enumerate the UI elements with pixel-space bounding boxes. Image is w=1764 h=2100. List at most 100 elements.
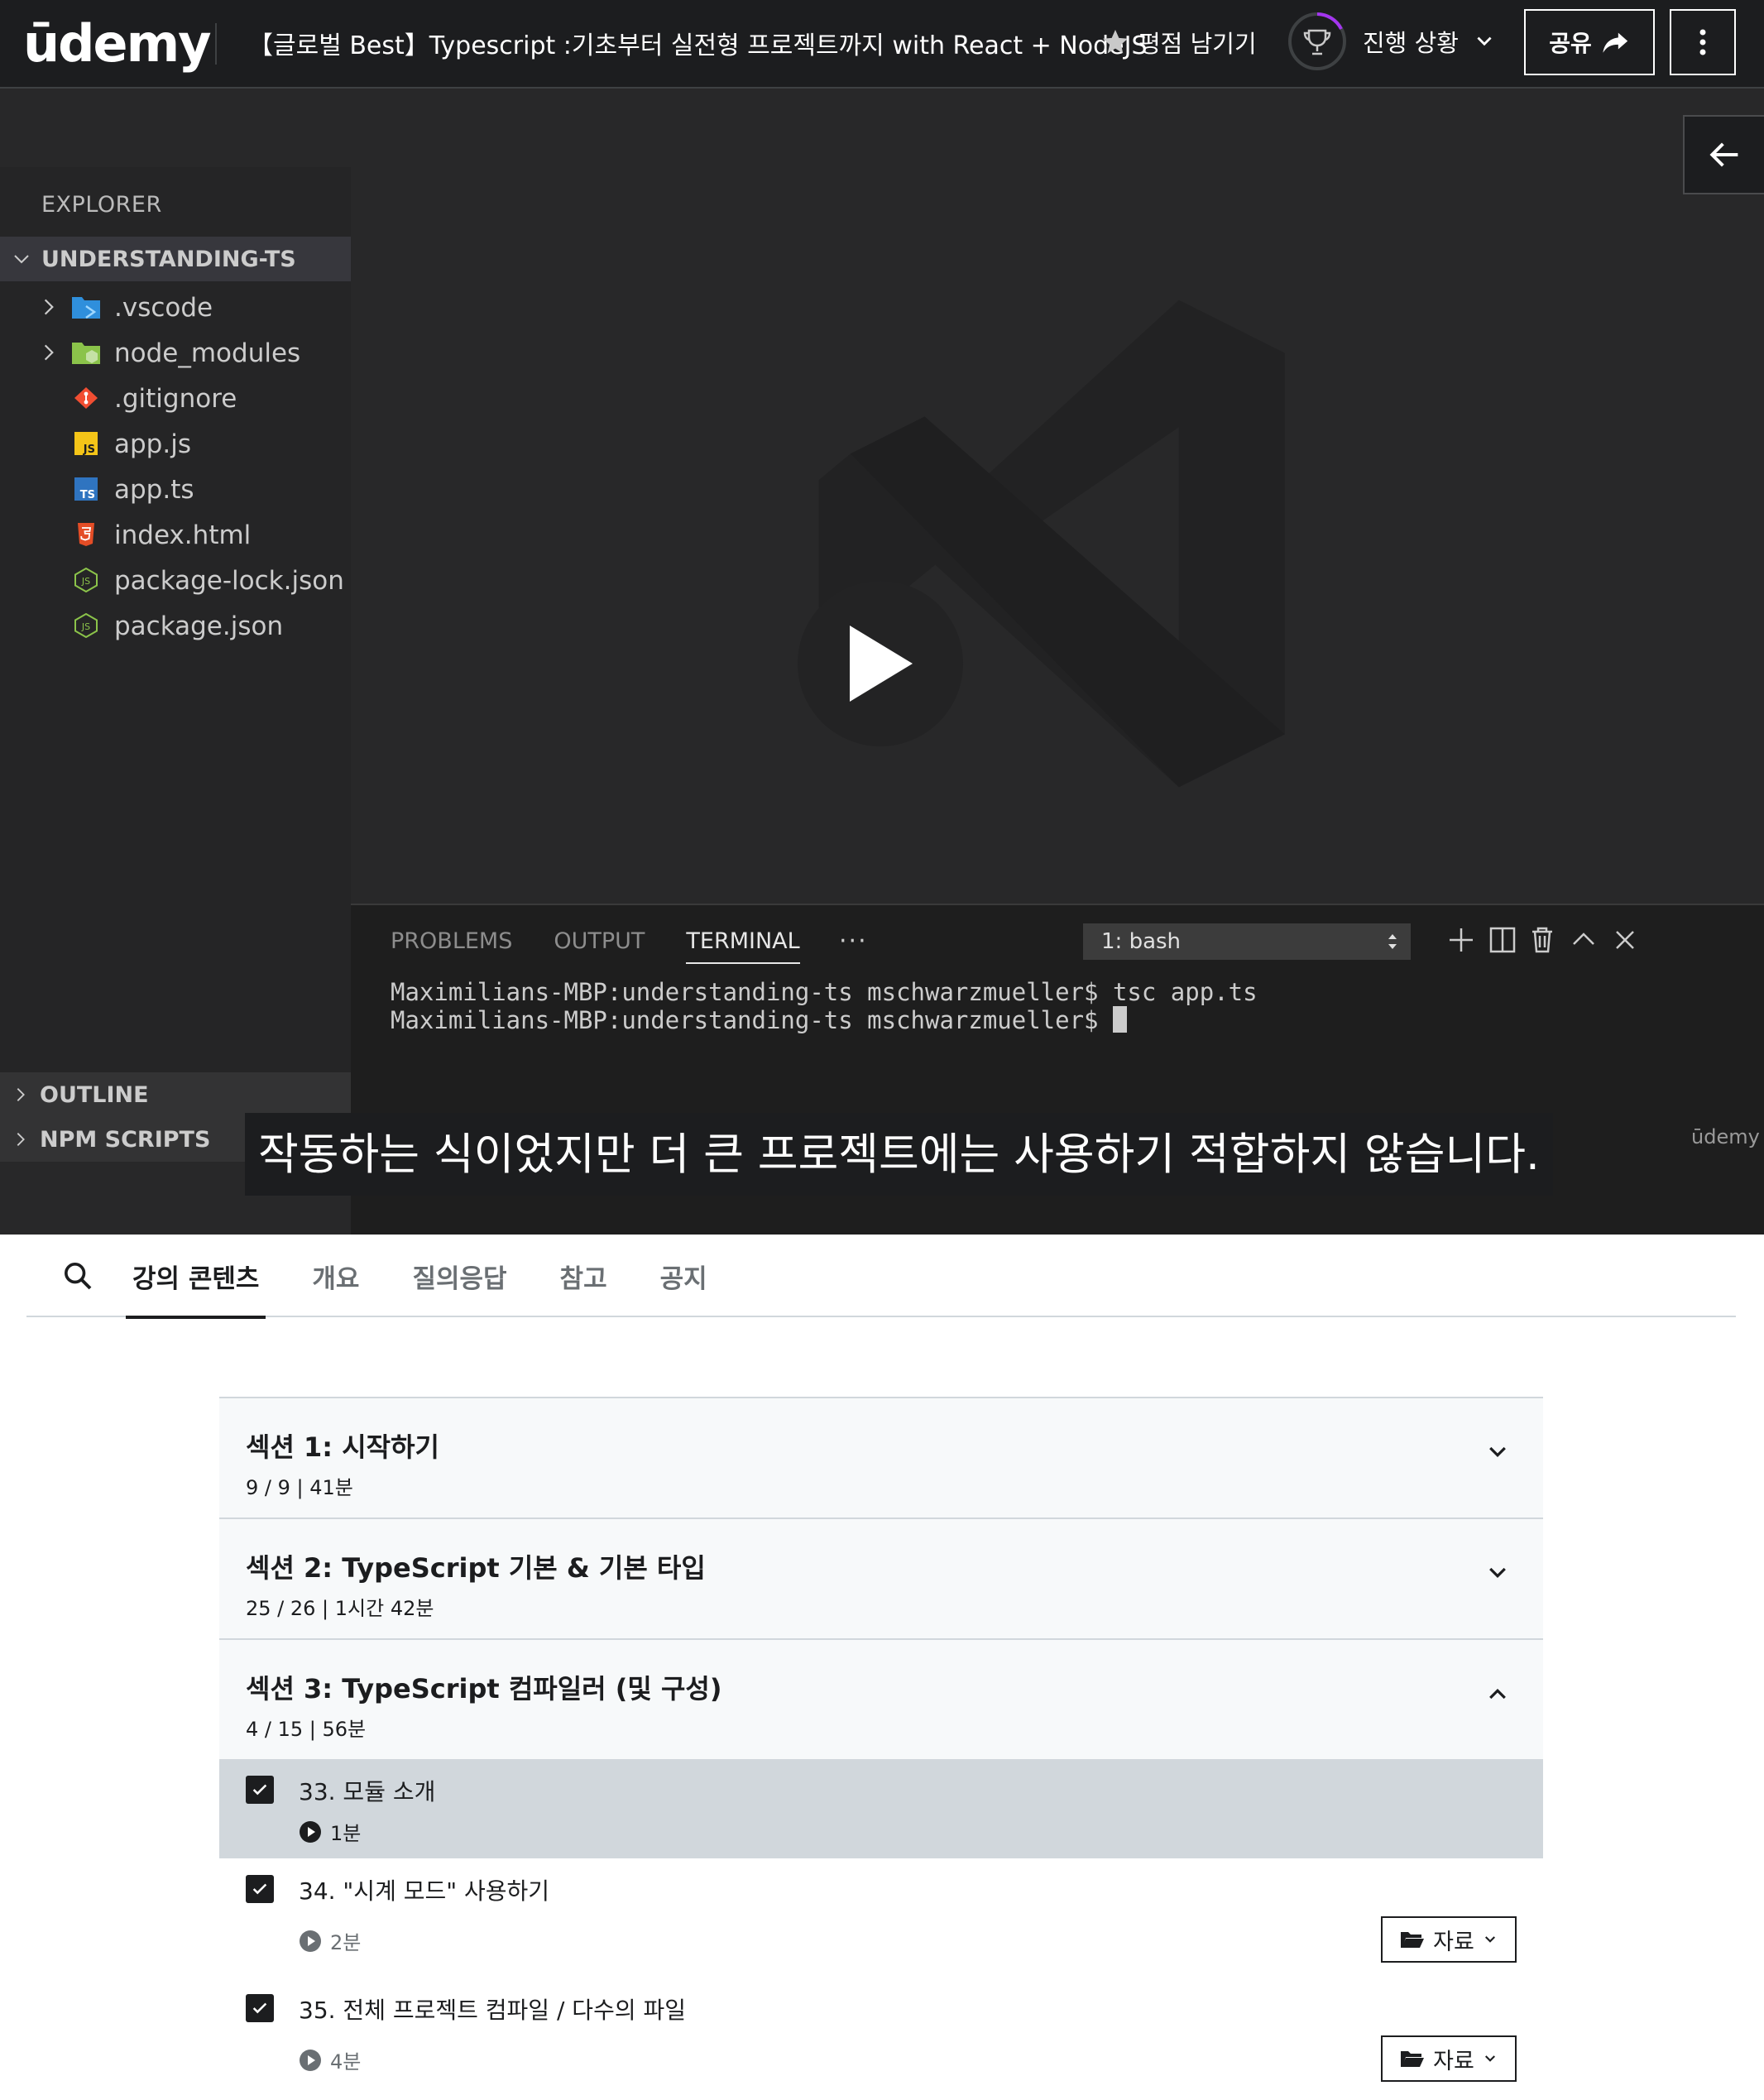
lesson-item[interactable]: 35. 전체 프로젝트 컴파일 / 다수의 파일 4분 자료 bbox=[219, 1978, 1543, 2095]
section-header[interactable]: 섹션 3: TypeScript 컴파일러 (및 구성) 4 / 15 | 56… bbox=[219, 1638, 1543, 1759]
section-title: 섹션 1: 시작하기 bbox=[246, 1431, 439, 1463]
file-name: package-lock.json bbox=[114, 566, 344, 596]
tab-qna[interactable]: 질의응답 bbox=[405, 1235, 513, 1317]
chevron-right-icon bbox=[44, 344, 54, 361]
svg-text:JS: JS bbox=[83, 443, 95, 456]
search-icon[interactable] bbox=[61, 1259, 94, 1292]
chevron-down-icon bbox=[1489, 1446, 1506, 1458]
rate-label: 평점 남기기 bbox=[1138, 30, 1257, 58]
trophy-progress-icon bbox=[1288, 12, 1346, 70]
section-meta: 25 / 26 | 1시간 42분 bbox=[246, 1597, 434, 1620]
close-icon bbox=[1616, 931, 1634, 949]
file-name: .gitignore bbox=[114, 384, 237, 414]
terminal-line: Maximilians-MBP:understanding-ts mschwar… bbox=[391, 1006, 1113, 1034]
video-player[interactable]: EXPLORER UNDERSTANDING-TS .vscode node_m… bbox=[0, 89, 1764, 1235]
npm-scripts-panel: NPM SCRIPTS bbox=[0, 1117, 245, 1162]
chevron-down-icon bbox=[1484, 2055, 1495, 2062]
svg-text:JS: JS bbox=[81, 576, 90, 587]
progress-dropdown[interactable]: 진행 상황 bbox=[1287, 11, 1495, 72]
lesson-duration: 1분 bbox=[299, 1817, 361, 1846]
tab-announcements[interactable]: 공지 bbox=[654, 1235, 714, 1317]
top-header: ūdemy 【글로벌 Best】Typescript :기초부터 실전형 프로젝… bbox=[0, 0, 1764, 89]
udemy-watermark: ūdemy bbox=[1691, 1125, 1760, 1148]
resources-label: 자료 bbox=[1433, 1929, 1474, 1954]
chevron-up-icon bbox=[1489, 1688, 1506, 1700]
star-icon bbox=[1103, 30, 1128, 54]
file-name: app.ts bbox=[114, 475, 194, 505]
editor-area bbox=[351, 89, 1764, 904]
logo-text: ūdemy bbox=[23, 12, 212, 74]
header-divider bbox=[215, 23, 217, 65]
section-header[interactable]: 섹션 2: TypeScript 기본 & 기본 타입 25 / 26 | 1시… bbox=[219, 1517, 1543, 1638]
npm-scripts-label: NPM SCRIPTS bbox=[40, 1126, 211, 1153]
terminal-output: Maximilians-MBP:understanding-ts mschwar… bbox=[391, 978, 1258, 1034]
play-icon bbox=[850, 626, 913, 702]
section-header[interactable]: 섹션 1: 시작하기 9 / 9 | 41분 bbox=[219, 1397, 1543, 1517]
course-title[interactable]: 【글로벌 Best】Typescript :기초부터 실전형 프로젝트까지 wi… bbox=[248, 25, 1148, 61]
file-name: node_modules bbox=[114, 338, 301, 368]
duration-text: 4분 bbox=[330, 2050, 362, 2074]
chevron-down-icon bbox=[14, 255, 29, 264]
sidebar-toggle-button[interactable] bbox=[1683, 115, 1764, 194]
root-folder-label: UNDERSTANDING-TS bbox=[41, 246, 296, 272]
course-tabs: 강의 콘텐츠 개요 질의응답 참고 공지 bbox=[26, 1235, 1736, 1319]
resources-button[interactable]: 자료 bbox=[1381, 2035, 1517, 2082]
chevron-down-icon bbox=[1489, 1567, 1506, 1579]
terminal-line-with-cursor: Maximilians-MBP:understanding-ts mschwar… bbox=[391, 1006, 1258, 1034]
tab-notes[interactable]: 참고 bbox=[554, 1235, 614, 1317]
tree-item: JS package-lock.json bbox=[0, 558, 351, 603]
explorer-sidebar: EXPLORER UNDERSTANDING-TS .vscode node_m… bbox=[0, 167, 351, 1156]
share-button[interactable]: 공유 bbox=[1524, 9, 1655, 75]
lesson-duration: 4분 bbox=[299, 2045, 361, 2074]
chevron-right-icon bbox=[17, 1088, 25, 1101]
git-icon bbox=[74, 387, 98, 409]
node-folder-icon bbox=[72, 343, 100, 364]
share-label: 공유 bbox=[1549, 31, 1592, 56]
nodejs-icon: JS bbox=[74, 568, 98, 592]
progress-label: 진행 상황 bbox=[1363, 29, 1459, 57]
lesson-checkbox[interactable] bbox=[246, 1994, 274, 2022]
file-name: index.html bbox=[114, 520, 252, 550]
tab-problems: PROBLEMS bbox=[391, 928, 513, 954]
tab-output: OUTPUT bbox=[554, 928, 645, 954]
tab-list: 강의 콘텐츠 개요 질의응답 참고 공지 bbox=[126, 1235, 714, 1319]
vscode-folder-icon bbox=[72, 297, 100, 319]
select-arrows-icon bbox=[1388, 934, 1397, 949]
udemy-logo[interactable]: ūdemy bbox=[23, 12, 212, 74]
terminal-line: Maximilians-MBP:understanding-ts mschwar… bbox=[391, 978, 1258, 1006]
terminal-tabs: PROBLEMS OUTPUT TERMINAL bbox=[391, 928, 800, 964]
chevron-up-icon bbox=[1573, 933, 1594, 945]
lesson-checkbox[interactable] bbox=[246, 1875, 274, 1903]
rate-course-button[interactable]: 평점 남기기 bbox=[1100, 25, 1257, 60]
lesson-checkbox[interactable] bbox=[246, 1776, 274, 1804]
lesson-item[interactable]: 33. 모듈 소개 1분 bbox=[219, 1759, 1543, 1858]
svg-text:TS: TS bbox=[80, 489, 95, 501]
file-name: package.json bbox=[114, 611, 284, 641]
play-button[interactable] bbox=[798, 581, 963, 746]
video-play-icon bbox=[300, 2049, 321, 2071]
shell-select-value: 1: bash bbox=[1101, 929, 1182, 954]
svg-text:JS: JS bbox=[81, 621, 90, 632]
tree-item: JS app.js bbox=[0, 421, 351, 467]
terminal-cursor bbox=[1112, 1006, 1127, 1033]
arrow-left-icon bbox=[1709, 142, 1738, 167]
lesson-item[interactable]: 34. "시계 모드" 사용하기 2분 자료 bbox=[219, 1858, 1543, 1978]
tab-course-content[interactable]: 강의 콘텐츠 bbox=[126, 1235, 266, 1319]
plus-icon bbox=[1450, 928, 1473, 952]
lesson-title: 35. 전체 프로젝트 컴파일 / 다수의 파일 bbox=[299, 1997, 687, 2024]
more-options-button[interactable] bbox=[1670, 9, 1736, 75]
resources-button[interactable]: 자료 bbox=[1381, 1916, 1517, 1963]
tree-item: .vscode bbox=[0, 285, 351, 330]
check-icon bbox=[252, 1784, 267, 1796]
chevron-down-icon bbox=[1484, 1936, 1495, 1943]
file-name: .vscode bbox=[114, 293, 213, 323]
tab-overview[interactable]: 개요 bbox=[305, 1235, 366, 1317]
lesson-title: 34. "시계 모드" 사용하기 bbox=[299, 1877, 550, 1905]
lesson-title: 33. 모듈 소개 bbox=[299, 1778, 436, 1805]
course-sections: 섹션 1: 시작하기 9 / 9 | 41분 섹션 2: TypeScript … bbox=[219, 1397, 1543, 2095]
section-meta: 4 / 15 | 56분 bbox=[246, 1718, 367, 1741]
tree-item: index.html bbox=[0, 512, 351, 558]
more-dots-icon: ··· bbox=[839, 927, 868, 956]
tab-terminal: TERMINAL bbox=[686, 928, 800, 964]
chevron-right-icon bbox=[44, 299, 54, 315]
